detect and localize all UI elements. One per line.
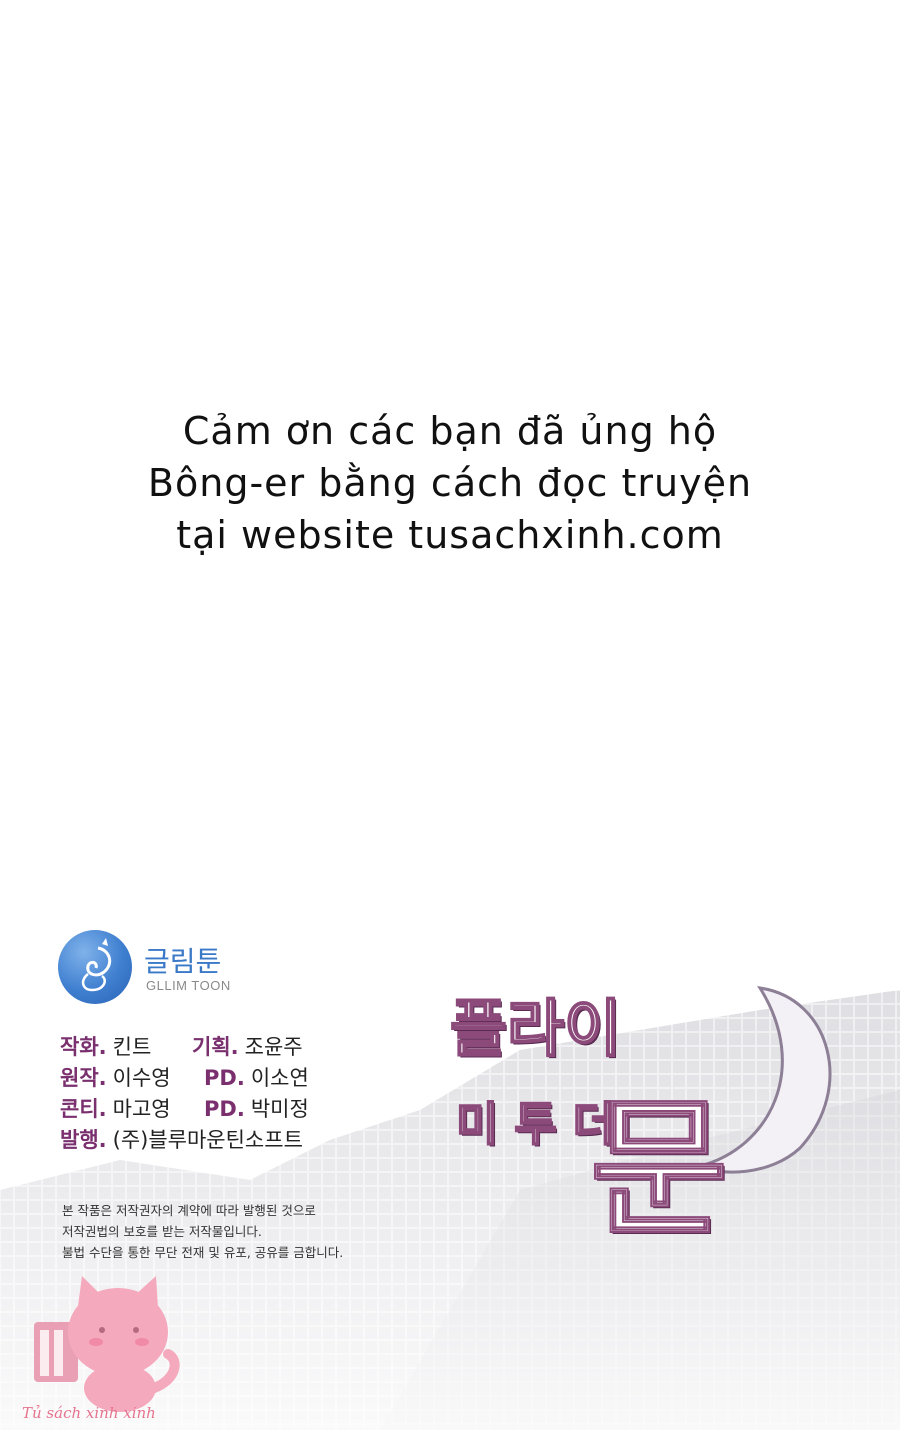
- credit-value: 킨트: [112, 1035, 152, 1059]
- thanks-message: Cảm ơn các bạn đã ủng hộ Bông-er bằng cá…: [0, 405, 900, 561]
- title-part-3: 문: [589, 1080, 729, 1258]
- credit-value: 이소연: [250, 1066, 309, 1090]
- copyright-notice: 본 작품은 저작권자의 계약에 따라 발행된 것으로 저작권법의 보호를 받는 …: [62, 1200, 343, 1263]
- logo-name-english: GLLIM TOON: [146, 978, 231, 993]
- thanks-line-1: Cảm ơn các bạn đã ủng hộ: [182, 409, 718, 453]
- notice-line-3: 불법 수단을 통한 무단 전재 및 유포, 공유를 금합니다.: [62, 1245, 344, 1260]
- notice-line-1: 본 작품은 저작권자의 계약에 따라 발행된 것으로: [62, 1203, 316, 1218]
- notice-line-2: 저작권법의 보호를 받는 저작물입니다.: [62, 1224, 262, 1239]
- credit-label: PD.: [204, 1066, 245, 1090]
- credit-value: 마고영: [112, 1097, 171, 1121]
- logo-name-korean: 글림툰: [144, 945, 222, 978]
- credit-label: 발행.: [60, 1128, 107, 1152]
- credit-value: 박미정: [250, 1097, 309, 1121]
- credit-label: 원작.: [60, 1066, 107, 1090]
- cat-swirl-icon: [58, 930, 132, 1004]
- gllim-toon-logo: 글림툰 GLLIM TOON: [58, 930, 258, 1004]
- credit-value: 조윤주: [244, 1035, 303, 1059]
- thanks-line-2: Bông-er bằng cách đọc truyện: [147, 461, 753, 505]
- thanks-line-3: tại website tusachxinh.com: [176, 513, 724, 557]
- watermark-text: Tủ sách xinh xinh: [22, 1404, 156, 1422]
- series-title-logo: 플라이 미 투 더 문: [440, 978, 860, 1268]
- credit-label: 콘티.: [60, 1097, 107, 1121]
- credit-value: 이수영: [112, 1066, 171, 1090]
- credit-label: 작화.: [60, 1035, 107, 1059]
- pink-cat-icon: [30, 1270, 190, 1420]
- credit-label: PD.: [204, 1097, 245, 1121]
- credit-label: 기획.: [192, 1035, 239, 1059]
- credit-value: (주)블루마운틴소프트: [112, 1128, 303, 1152]
